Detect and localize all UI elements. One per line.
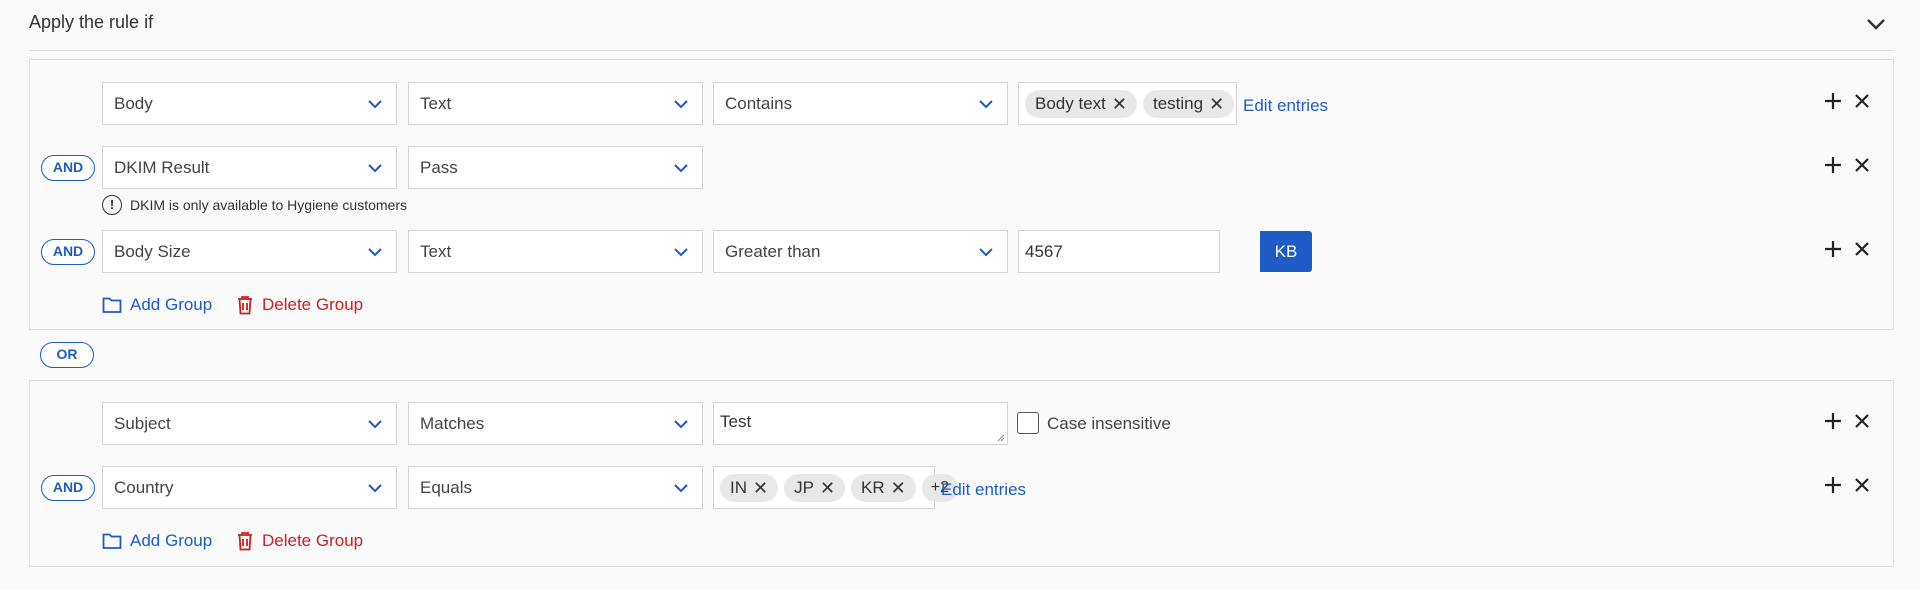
folder-icon [102,533,122,549]
delete-group-label: Delete Group [262,295,364,314]
chevron-down-icon [979,100,993,109]
plus-icon[interactable] [1824,156,1842,174]
folder-icon [102,297,122,313]
field-select-value: Country [114,478,174,497]
add-group-label: Add Group [130,531,213,550]
plus-icon[interactable] [1824,412,1842,430]
and-connector[interactable]: AND [41,475,95,501]
remove-tag-icon[interactable]: ✕ [1112,95,1127,113]
chevron-down-icon [674,100,688,109]
subject-textarea[interactable]: Test [713,402,1008,445]
chevron-down-icon [674,248,688,257]
operator-select[interactable]: Greater than [713,230,1008,273]
and-connector[interactable]: AND [41,239,95,265]
plus-icon[interactable] [1824,476,1842,494]
tag: IN ✕ [720,473,779,502]
dkim-note: ! DKIM is only available to Hygiene cust… [102,195,407,215]
trash-icon [238,532,252,551]
condition-group-2: Subject Matches Test Case insensitive AN… [29,380,1894,567]
chevron-down-icon [368,484,382,493]
divider [29,50,1893,51]
tag: JP ✕ [784,473,846,502]
plus-icon[interactable] [1824,240,1842,258]
delete-group-label: Delete Group [262,531,364,550]
field-select[interactable]: DKIM Result [102,146,397,189]
case-insensitive-label: Case insensitive [1047,414,1171,433]
tag: testing ✕ [1142,89,1235,118]
add-group-button[interactable]: Add Group [102,531,212,551]
tag-label: KR [861,477,885,497]
trash-icon [238,296,252,315]
close-icon[interactable] [1854,93,1870,109]
and-connector[interactable]: AND [41,155,95,181]
edit-entries-link[interactable]: Edit entries [941,480,1026,500]
tag-label: JP [794,477,814,497]
chevron-down-icon [368,420,382,429]
type-select-value: Text [420,242,452,261]
close-icon[interactable] [1854,477,1870,493]
delete-group-button[interactable]: Delete Group [236,295,363,315]
field-select[interactable]: Body Size [102,230,397,273]
unit-button[interactable]: KB [1260,231,1312,272]
remove-tag-icon[interactable]: ✕ [753,479,768,497]
tag: Body text ✕ [1025,89,1137,118]
field-select[interactable]: Country [102,466,397,509]
close-icon[interactable] [1854,413,1870,429]
chevron-down-icon [368,248,382,257]
field-select-value: Body [114,94,153,113]
type-select[interactable]: Text [408,230,703,273]
tag-label: IN [730,477,747,497]
type-select-value: Text [420,94,452,113]
operator-select[interactable]: Equals [408,466,703,509]
operator-select-value: Matches [420,414,485,433]
or-connector[interactable]: OR [40,342,94,368]
chevron-down-icon [979,248,993,257]
field-select-value: Body Size [114,242,191,261]
section-title: Apply the rule if [29,12,154,32]
operator-select[interactable]: Matches [408,402,703,445]
add-group-button[interactable]: Add Group [102,295,212,315]
chevron-down-icon [674,420,688,429]
info-icon: ! [102,195,122,215]
chevron-down-icon [674,484,688,493]
tag-label: testing [1152,93,1204,113]
remove-tag-icon[interactable]: ✕ [891,479,906,497]
chevron-down-icon[interactable] [1864,12,1888,36]
plus-icon[interactable] [1824,92,1842,110]
add-group-label: Add Group [130,295,213,314]
field-select[interactable]: Subject [102,402,397,445]
dkim-note-text: DKIM is only available to Hygiene custom… [130,197,408,213]
country-tag-box[interactable]: IN ✕ JP ✕ KR ✕ +2 [713,466,958,509]
value-select[interactable]: Pass [408,146,703,189]
chevron-down-icon [674,164,688,173]
subject-value: Test [720,412,752,431]
operator-select[interactable]: Contains [713,82,1008,125]
remove-tag-icon[interactable]: ✕ [820,479,835,497]
value-select-value: Pass [420,158,458,177]
resize-handle-icon[interactable] [997,434,1005,442]
close-icon[interactable] [1854,241,1870,257]
close-icon[interactable] [1854,157,1870,173]
entries-tag-box[interactable]: Body text ✕ testing ✕ [1018,82,1237,125]
chevron-down-icon [368,164,382,173]
case-insensitive-checkbox[interactable] [1017,412,1039,434]
operator-select-value: Greater than [725,242,821,261]
type-select[interactable]: Text [408,82,703,125]
size-input[interactable]: 4567 [1018,230,1220,273]
operator-select-value: Contains [725,94,793,113]
chevron-down-icon [368,100,382,109]
field-select-value: Subject [114,414,171,433]
field-select-value: DKIM Result [114,158,210,177]
tag: KR ✕ [851,473,916,502]
tag-label: Body text [1035,93,1106,113]
condition-group-1: Body Text Contains Body text ✕ testing ✕ E… [29,59,1894,330]
operator-select-value: Equals [420,478,472,497]
remove-tag-icon[interactable]: ✕ [1209,95,1224,113]
delete-group-button[interactable]: Delete Group [236,531,363,551]
edit-entries-link[interactable]: Edit entries [1243,96,1328,116]
field-select[interactable]: Body [102,82,397,125]
